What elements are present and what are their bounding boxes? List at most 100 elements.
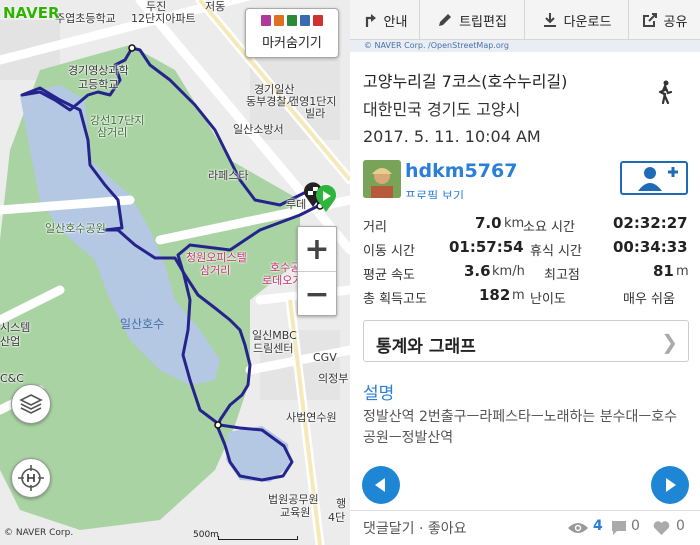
- map-label: 경기영상과학: [68, 64, 129, 77]
- walking-icon: [658, 80, 673, 104]
- layers-button[interactable]: [11, 384, 51, 424]
- turn-sign-icon: [365, 14, 376, 27]
- rest-value: 00:34:33: [613, 238, 688, 256]
- share-label: 공유: [663, 14, 688, 30]
- download-icon: [543, 13, 556, 27]
- max-altitude-value: 81: [653, 262, 674, 280]
- map-label: 고등학교: [78, 78, 119, 91]
- scale-label: 500m: [193, 530, 219, 540]
- pin-marker-icon: [287, 15, 297, 26]
- marker-type-icons: [246, 15, 338, 26]
- map-label: 행: [336, 497, 347, 510]
- map-label: 드림센터: [253, 342, 294, 355]
- stats-row-gain: 총 획득고도 182 m 난이도 매우 쉬움: [363, 286, 693, 310]
- moving-value: 01:57:54: [449, 238, 524, 256]
- memo-marker-icon: [313, 15, 323, 26]
- previous-button[interactable]: [362, 466, 400, 504]
- speed-value: 3.6: [464, 262, 491, 280]
- map-label: 라페스타: [208, 169, 249, 182]
- description-text: 정발산역 2번출구ㅡ라페스타ㅡ노래하는 분수대ㅡ호수공원ㅡ정발산역: [363, 409, 678, 446]
- add-user-icon: [638, 167, 678, 191]
- trip-edit-button[interactable]: 트립편집: [420, 0, 525, 40]
- comment-like-link[interactable]: 댓글달기 · 좋아요: [363, 518, 467, 538]
- map-copyright: © NAVER Corp.: [4, 528, 74, 538]
- trip-edit-label: 트립편집: [459, 14, 507, 30]
- map-label: 의정부: [318, 372, 349, 385]
- stats-row-speed: 평균 속도 3.6 km/h 최고점 81 m: [363, 262, 693, 286]
- download-button[interactable]: 다운로드: [525, 0, 629, 40]
- video-marker-icon: [274, 15, 284, 26]
- my-location-button[interactable]: [11, 458, 51, 498]
- distance-value: 7.0: [475, 214, 502, 232]
- duration-label: 소요 시간: [523, 220, 575, 235]
- avatar[interactable]: [363, 160, 401, 198]
- rest-label: 휴식 시간: [530, 244, 582, 259]
- naver-logo: NAVER: [3, 4, 60, 22]
- follow-button[interactable]: [620, 161, 688, 195]
- map-label: 교육원: [280, 506, 311, 519]
- gain-label: 총 획득고도: [363, 292, 427, 307]
- flag-marker-icon: [300, 15, 310, 26]
- map-label: 청원오피스텔: [186, 251, 247, 264]
- chevron-right-icon: ❯: [661, 330, 678, 354]
- download-label: 다운로드: [563, 14, 612, 30]
- zoom-in-button[interactable]: +: [298, 227, 336, 272]
- gain-unit: m: [512, 288, 525, 303]
- share-button[interactable]: 공유: [629, 0, 700, 40]
- arrow-left-icon: [375, 478, 385, 492]
- eye-icon: [568, 523, 588, 533]
- max-altitude-unit: m: [676, 264, 689, 279]
- route-map[interactable]: 두진 주엽초등학교 12단지아파트 경기영상과학 고등학교 강선17단지 삼거리…: [0, 0, 350, 545]
- share-icon: [642, 13, 657, 27]
- zoom-out-button[interactable]: −: [298, 272, 336, 317]
- like-count: 0: [676, 518, 685, 534]
- trip-detail-panel: 안내 트립편집 다운로드 공유 © NAVER Corp. /OpenStree…: [350, 0, 700, 545]
- map-label: 일신MBC: [252, 329, 297, 342]
- route-title: 고양누리길 7코스(호수누리길): [363, 72, 568, 91]
- map-label: 일산호수공원: [45, 222, 106, 235]
- comment-count: 0: [631, 518, 640, 534]
- lake-label: 일산호수: [120, 317, 165, 331]
- max-altitude-label: 최고점: [544, 268, 580, 283]
- arrow-right-icon: [666, 478, 676, 492]
- map-label: 12단지아파트: [131, 12, 196, 25]
- guide-button[interactable]: 안내: [350, 0, 420, 40]
- map-label: 4단: [328, 511, 346, 524]
- duration-value: 02:32:27: [613, 214, 688, 232]
- start-play-icon[interactable]: [314, 185, 338, 213]
- map-label: C&C: [0, 372, 24, 385]
- map-label: 삼거리: [97, 126, 128, 139]
- stats-graph-label: 통계와 그래프: [376, 337, 476, 357]
- stats-row-distance: 거리 7.0 km 소요 시간 02:32:27: [363, 214, 693, 238]
- map-label: 시스템: [0, 321, 31, 334]
- heart-icon: [653, 521, 670, 535]
- difficulty-value: 매우 쉬움: [623, 292, 675, 307]
- distance-unit: km: [504, 216, 525, 231]
- zoom-control: + −: [297, 226, 337, 316]
- map-label: 삼거리: [200, 264, 231, 277]
- comment-icon: [612, 521, 626, 535]
- moving-label: 이동 시간: [363, 244, 415, 259]
- difficulty-label: 난이도: [530, 292, 566, 307]
- pencil-icon: [439, 14, 452, 26]
- scale-bar: [218, 536, 298, 540]
- stats-row-moving: 이동 시간 01:57:54 휴식 시간 00:34:33: [363, 238, 693, 262]
- profile-link[interactable]: 프로필 보기: [405, 187, 464, 199]
- hide-markers-button[interactable]: 마커숨기기: [245, 8, 339, 58]
- layers-icon: [19, 394, 43, 414]
- map-label: 주엽초등학교: [55, 12, 116, 25]
- crosshair-icon: [18, 465, 44, 491]
- distance-label: 거리: [363, 220, 387, 235]
- map-label: CGV: [313, 351, 337, 364]
- description-heading: 설명: [363, 384, 395, 404]
- speed-label: 평균 속도: [363, 268, 415, 283]
- stats-graph-button[interactable]: 통계와 그래프 ❯: [363, 320, 689, 362]
- username[interactable]: hdkm5767: [405, 160, 517, 182]
- next-button[interactable]: [651, 466, 689, 504]
- guide-label: 안내: [383, 14, 408, 30]
- map-label: 사법연수원: [286, 411, 337, 424]
- map-attribution: © NAVER Corp. /OpenStreetMap.org: [350, 40, 700, 52]
- hide-markers-label: 마커숨기기: [262, 36, 322, 51]
- speed-unit: km/h: [492, 264, 525, 279]
- route-date: 2017. 5. 11. 10:04 AM: [363, 127, 541, 146]
